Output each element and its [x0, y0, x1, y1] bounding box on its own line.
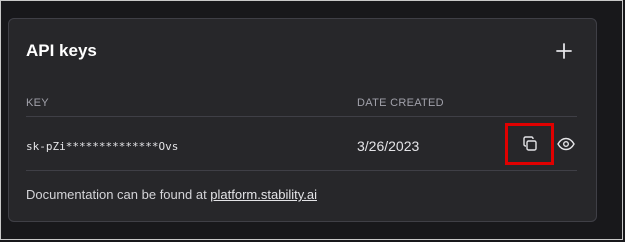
- eye-icon: [557, 137, 575, 151]
- table-divider: [26, 116, 577, 117]
- copy-icon: [522, 136, 537, 151]
- documentation-link[interactable]: platform.stability.ai: [210, 187, 317, 202]
- copy-key-button[interactable]: [505, 123, 554, 165]
- add-api-key-button[interactable]: [552, 39, 576, 63]
- documentation-text: Documentation can be found at: [26, 187, 211, 202]
- reveal-key-button[interactable]: [556, 135, 576, 153]
- footer-divider: [26, 170, 577, 171]
- api-keys-card: API keys KEY DATE CREATED sk-pZi********…: [8, 18, 597, 222]
- column-header-date-created: DATE CREATED: [357, 97, 444, 109]
- card-title: API keys: [26, 41, 97, 60]
- column-header-key: KEY: [26, 97, 49, 109]
- api-key-value: sk-pZi**************Ovs: [26, 140, 179, 153]
- plus-icon: [556, 43, 572, 59]
- documentation-note: Documentation can be found at platform.s…: [26, 187, 317, 202]
- date-created-value: 3/26/2023: [357, 138, 420, 154]
